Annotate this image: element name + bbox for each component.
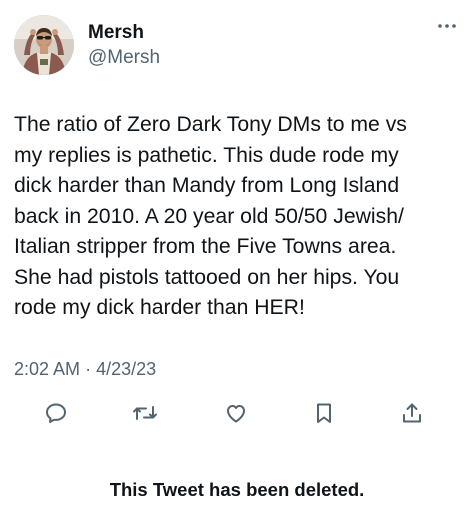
heart-icon (227, 405, 245, 423)
tweet-header: Mersh @Mersh (14, 15, 460, 77)
share-icon (403, 403, 421, 423)
deleted-notice: This Tweet has been deleted. (109, 479, 365, 500)
tweet-text-line: She had pistols tattooed on her hips. Yo… (14, 265, 400, 289)
author-info: Mersh @Mersh (88, 22, 160, 70)
tweet-text-line: Italian stripper from the Five Towns are… (14, 235, 397, 258)
profile-photo-icon (14, 15, 74, 75)
more-options-button[interactable] (436, 19, 458, 33)
retweet-button[interactable] (131, 398, 159, 428)
more-horizontal-icon (438, 24, 456, 28)
action-bar (42, 398, 432, 428)
reply-button[interactable] (42, 398, 70, 428)
share-button[interactable] (398, 398, 426, 428)
bookmark-icon (317, 403, 331, 423)
tweet-text-line: back in 2010. A 20 year old 50/50 Jewish… (14, 204, 404, 228)
like-button[interactable] (222, 398, 250, 428)
reply-icon (46, 403, 66, 423)
avatar[interactable] (14, 15, 74, 75)
tweet: Mersh @Mersh The ratio of Zero Dark Tony… (0, 0, 474, 527)
tweet-date: 4/23/23 (96, 359, 157, 379)
display-name[interactable]: Mersh (88, 22, 160, 44)
retweet-icon (133, 406, 157, 420)
bookmark-button[interactable] (310, 398, 338, 428)
user-handle[interactable]: @Mersh (88, 46, 160, 70)
tweet-text-line: The ratio of Zero Dark Tony DMs to me vs (14, 113, 407, 136)
tweet-text-line: dick harder than Mandy from Long Island (14, 174, 400, 197)
tweet-text-line: rode my dick harder than HER! (14, 296, 305, 319)
tweet-timestamp[interactable]: 2:02 AM · 4/23/23 (14, 357, 156, 381)
tweet-text: The ratio of Zero Dark Tony DMs to me vs… (14, 110, 459, 324)
tweet-text-line: my replies is pathetic. This dude rode m… (14, 143, 399, 167)
meta-separator: · (85, 359, 92, 379)
tweet-time: 2:02 AM (14, 359, 81, 379)
